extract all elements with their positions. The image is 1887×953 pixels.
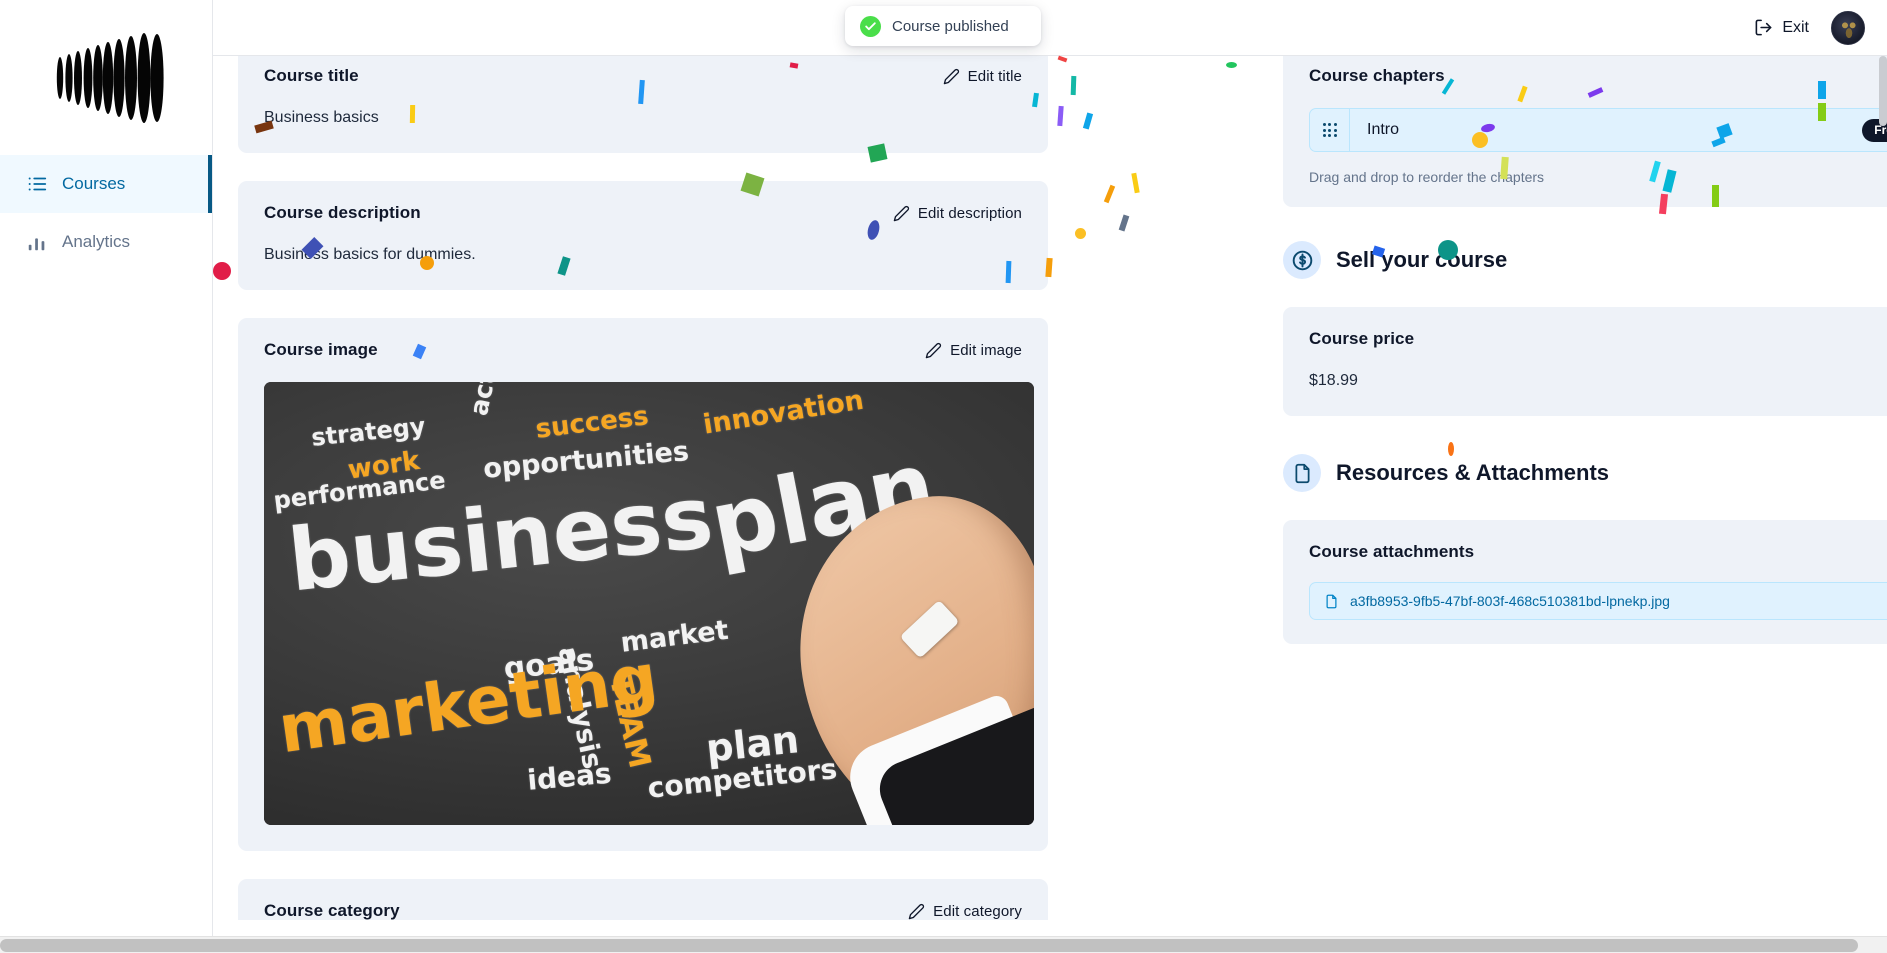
- resources-title: Resources & Attachments: [1336, 460, 1610, 485]
- course-title-value: Business basics: [264, 109, 379, 126]
- course-image-preview: strategyworkperformanceactivitiesuccesso…: [264, 382, 1034, 825]
- resources-section-header: Resources & Attachments: [1283, 454, 1887, 492]
- edit-category-label: Edit category: [933, 902, 1022, 920]
- course-description-card-header: Course description Edit description: [264, 203, 1022, 223]
- course-category-heading: Course category: [264, 901, 400, 920]
- horizontal-scrollbar-thumb[interactable]: [0, 939, 1858, 952]
- exit-button[interactable]: Exit: [1754, 18, 1809, 37]
- chalk-word: innovation: [701, 384, 866, 441]
- attachment-filename: a3fb8953-9fb5-47bf-803f-468c510381bd-lpn…: [1350, 593, 1670, 609]
- chapter-row[interactable]: Intro Free Published: [1309, 108, 1887, 152]
- edit-image-button[interactable]: Edit image: [925, 342, 1022, 359]
- left-column: Course title Edit title Business basics …: [238, 56, 1048, 920]
- course-image-card: Course image Edit image strategy work perf…: [238, 318, 1048, 851]
- course-title-heading: Course title: [264, 66, 359, 85]
- edit-image-label: Edit image: [950, 341, 1022, 359]
- app-logo[interactable]: [0, 0, 212, 155]
- pencil-icon: [893, 205, 909, 221]
- course-attachments-card: Course attachments Add a file a3f: [1283, 520, 1887, 644]
- toast-message: Course published: [892, 17, 1009, 35]
- course-image-heading: Course image: [264, 340, 378, 359]
- chalk-word: strategy: [310, 412, 427, 452]
- app-root: Courses Analytics Exit Course published: [0, 0, 1887, 953]
- course-title-card-header: Course title Edit title: [264, 66, 1022, 86]
- course-title-card: Course title Edit title Business basics: [238, 56, 1048, 153]
- edit-title-button[interactable]: Edit title: [943, 68, 1022, 85]
- course-category-card: Course category Edit category Accounting: [238, 879, 1048, 920]
- course-description-heading: Course description: [264, 203, 421, 222]
- main-content: Course title Edit title Business basics …: [213, 56, 1887, 920]
- sidebar-item-analytics[interactable]: Analytics: [0, 213, 212, 271]
- edit-description-button[interactable]: Edit description: [893, 205, 1022, 222]
- course-chapters-heading: Course chapters: [1309, 66, 1445, 85]
- course-price-value: $18.99: [1309, 372, 1358, 389]
- sidebar: Courses Analytics: [0, 0, 213, 941]
- exit-label: Exit: [1782, 18, 1809, 36]
- sidebar-item-analytics-label: Analytics: [62, 232, 131, 251]
- dollar-circle-icon: [1283, 241, 1321, 279]
- chalk-illustration: [899, 599, 960, 659]
- horizontal-scrollbar[interactable]: [0, 936, 1887, 953]
- attachment-row[interactable]: a3fb8953-9fb5-47bf-803f-468c510381bd-lpn…: [1309, 582, 1887, 620]
- right-column: Course chapters Add a chapter Intro: [1283, 56, 1887, 672]
- course-category-card-header: Course category Edit category: [264, 901, 1022, 920]
- pencil-icon: [943, 68, 959, 84]
- pencil-icon: [908, 903, 925, 919]
- toast-notification: Course published: [845, 6, 1041, 46]
- sell-your-course-title: Sell your course: [1336, 247, 1508, 272]
- edit-description-label: Edit description: [917, 204, 1022, 222]
- chalk-word: ideas: [526, 756, 613, 797]
- chapter-name: Intro: [1367, 121, 1400, 138]
- course-price-card-header: Course price Edit price: [1309, 329, 1887, 349]
- chapters-reorder-hint: Drag and drop to reorder the chapters: [1309, 169, 1545, 185]
- pencil-icon: [925, 342, 942, 358]
- vertical-scrollbar-thumb[interactable]: [1879, 56, 1887, 126]
- logout-icon: [1755, 19, 1772, 36]
- course-chapters-card-header: Course chapters Add a chapter: [1309, 66, 1887, 86]
- course-attachments-card-header: Course attachments Add a file: [1309, 542, 1887, 562]
- course-description-value: Business basics for dummies.: [264, 246, 476, 263]
- chalk-word: activitie: [464, 382, 516, 418]
- file-icon: [1283, 454, 1321, 492]
- edit-category-button[interactable]: Edit category: [908, 903, 1022, 920]
- file-icon: [1326, 594, 1337, 608]
- sell-your-course-section-header: Sell your course: [1283, 241, 1887, 279]
- wave-logo-icon: [56, 32, 164, 123]
- course-price-card: Course price Edit price $18.99: [1283, 307, 1887, 416]
- course-attachments-heading: Course attachments: [1309, 542, 1475, 561]
- sidebar-item-courses-label: Courses: [62, 174, 126, 193]
- chart-icon: [28, 238, 45, 251]
- sidebar-item-courses[interactable]: Courses: [0, 155, 212, 213]
- course-price-heading: Course price: [1309, 329, 1415, 348]
- edit-title-label: Edit title: [967, 67, 1022, 85]
- course-description-card: Course description Edit description Busi…: [238, 181, 1048, 290]
- chalk-word: success: [534, 401, 651, 445]
- course-chapters-card: Course chapters Add a chapter Intro: [1283, 56, 1887, 207]
- avatar[interactable]: [1831, 10, 1865, 45]
- check-circle-icon: [860, 15, 881, 37]
- topbar: Exit: [213, 0, 1887, 56]
- course-image-card-header: Course image Edit image: [264, 340, 1022, 360]
- drag-handle-icon[interactable]: [1310, 109, 1350, 151]
- list-icon: [28, 177, 47, 191]
